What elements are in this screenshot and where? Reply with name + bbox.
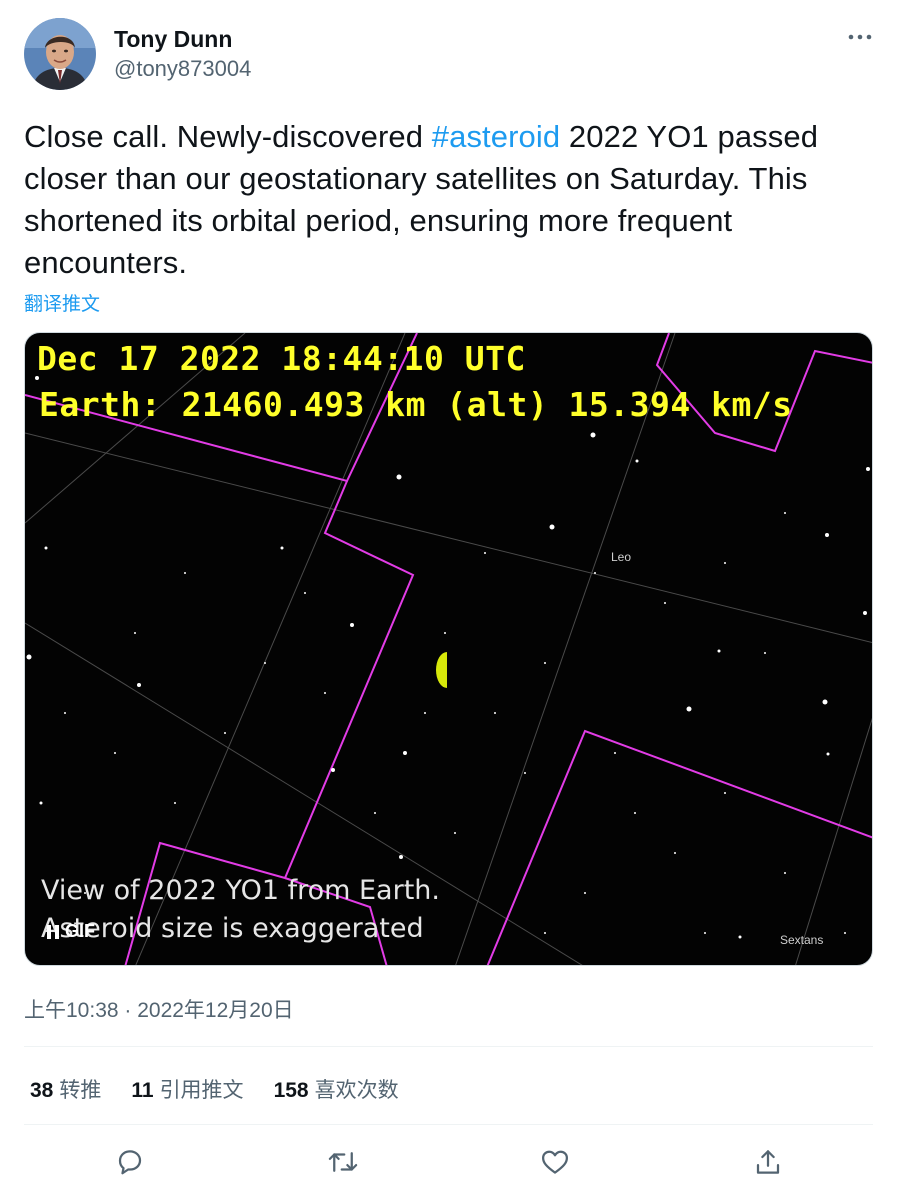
star-field [25, 333, 872, 965]
caption-line-1: View of 2022 YO1 from Earth. [41, 875, 440, 906]
asteroid-marker [436, 652, 447, 688]
gif-badge-label: GIF [65, 921, 95, 941]
likes-stat[interactable]: 158 喜欢次数 [274, 1074, 399, 1104]
avatar[interactable] [24, 18, 96, 90]
retweet-icon [328, 1152, 358, 1172]
like-icon [542, 1150, 568, 1174]
more-options-icon[interactable] [840, 22, 880, 52]
reply-button[interactable] [110, 1142, 150, 1182]
reply-icon [118, 1150, 142, 1175]
tweet-text-before: Close call. Newly-discovered [24, 119, 432, 154]
divider [24, 1124, 873, 1125]
retweets-label: 转推 [59, 1079, 102, 1102]
action-bar [0, 1142, 897, 1182]
like-button[interactable] [535, 1142, 575, 1182]
likes-count: 158 [273, 1079, 309, 1102]
retweets-count: 38 [30, 1079, 54, 1102]
author-name[interactable]: Tony Dunn [114, 26, 232, 53]
retweets-stat[interactable]: 38 转推 [30, 1074, 101, 1104]
tweet-text: Close call. Newly-discovered #asteroid 2… [24, 116, 864, 284]
share-icon [756, 1150, 780, 1174]
author-handle[interactable]: @tony873004 [114, 56, 251, 82]
hashtag-link[interactable]: #asteroid [432, 119, 560, 154]
constellation-label-sextans: Sextans [780, 933, 824, 947]
tweet-timestamp[interactable]: 上午10:38 · 2022年12月20日 [24, 994, 294, 1024]
quotes-count: 11 [131, 1079, 154, 1102]
gif-media[interactable]: Dec 17 2022 18:44:10 UTC Earth: 21460.49… [24, 332, 873, 966]
gif-pause-button[interactable]: GIF [47, 921, 95, 942]
likes-label: 喜欢次数 [314, 1079, 399, 1102]
engagement-stats: 38 转推 11 引用推文 158 喜欢次数 [30, 1074, 399, 1104]
constellation-label-leo: Leo [611, 550, 632, 564]
divider [24, 1046, 873, 1047]
translate-tweet-link[interactable]: 翻译推文 [24, 289, 100, 316]
overlay-distance: Earth: 21460.493 km (alt) 15.394 km/s [39, 385, 793, 424]
share-button[interactable] [748, 1142, 788, 1182]
retweet-button[interactable] [323, 1142, 363, 1182]
stars [26, 376, 870, 939]
pause-icon [47, 924, 59, 939]
caption-line-2: Asteroid size is exaggerated [41, 913, 424, 944]
quotes-label: 引用推文 [159, 1079, 244, 1102]
overlay-datetime: Dec 17 2022 18:44:10 UTC [37, 339, 526, 378]
quotes-stat[interactable]: 11 引用推文 [131, 1074, 243, 1104]
